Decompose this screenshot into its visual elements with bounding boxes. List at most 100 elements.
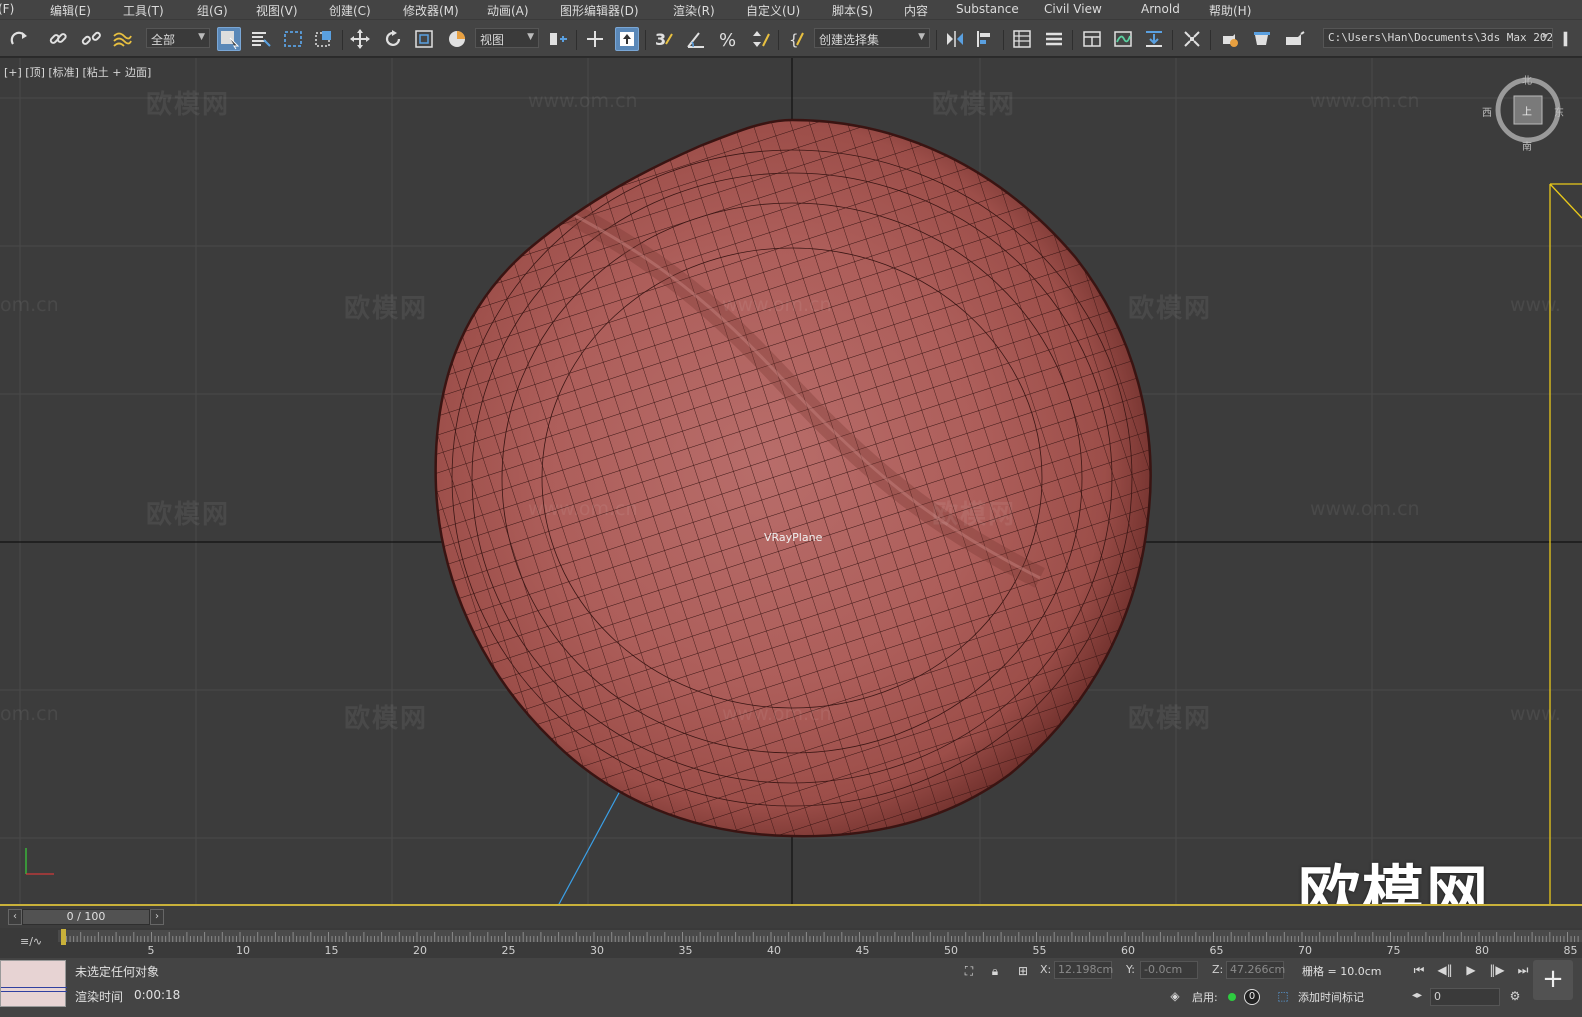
track-tick-label: 40: [767, 944, 781, 957]
pivot-center-icon[interactable]: [546, 27, 570, 51]
angle-snap-icon[interactable]: [684, 27, 708, 51]
menu-create[interactable]: 创建(C): [329, 2, 371, 19]
track-tick-label: 75: [1387, 944, 1401, 957]
menu-views[interactable]: 视图(V): [256, 2, 298, 19]
viewcube-south[interactable]: 南: [1522, 138, 1532, 153]
menu-modifiers[interactable]: 修改器(M): [403, 2, 459, 19]
scale-icon[interactable]: [412, 27, 436, 51]
select-manipulate-icon[interactable]: [583, 27, 607, 51]
y-coord-field[interactable]: -0.0cm: [1140, 961, 1198, 979]
viewcube-east[interactable]: 东: [1554, 104, 1564, 119]
menu-customize[interactable]: 自定义(U): [746, 2, 800, 19]
project-path-dropdown[interactable]: C:\Users\Han\Documents\3ds Max 2022 ▼: [1323, 28, 1553, 48]
time-slider-thumb[interactable]: 0 / 100: [22, 909, 150, 925]
redo-icon[interactable]: [8, 27, 32, 51]
named-selection-dropdown[interactable]: 创建选择集 ▼: [814, 28, 930, 48]
align-icon[interactable]: [973, 27, 997, 51]
time-tag-icon[interactable]: ⬚: [1272, 986, 1294, 1006]
curve-editor-mini-icon[interactable]: ≡∕∿: [14, 928, 54, 958]
track-tick-label: 45: [856, 944, 870, 957]
track-bar[interactable]: 5 10 15 20 25 30 35 40 45 50 55 60 65 70 75 80 85 ≡∕∿: [0, 928, 1582, 958]
snaps-toggle-icon[interactable]: 3: [651, 27, 675, 51]
top-viewport[interactable]: [+] [顶] [标准] [粘土 + 边面] 欧模网 www.om.cn 欧模网…: [0, 58, 1582, 906]
x-coord-field[interactable]: 12.198cm: [1054, 961, 1113, 979]
keyboard-shortcut-toggle-icon[interactable]: [615, 27, 639, 51]
menu-tools[interactable]: 工具(T): [123, 2, 164, 19]
toggle-ribbon-icon[interactable]: [1080, 27, 1104, 51]
menu-substance[interactable]: Substance: [956, 2, 1019, 16]
menu-graph-editors[interactable]: 图形编辑器(D): [560, 2, 639, 19]
edit-named-selection-icon[interactable]: {: [786, 27, 810, 51]
menu-content[interactable]: 内容: [904, 2, 928, 19]
previous-frame-icon[interactable]: ◀‖: [1434, 960, 1456, 980]
project-folder-icon[interactable]: [1560, 27, 1580, 51]
watermark-url: www.om.cn: [1310, 90, 1420, 112]
cushion-mesh[interactable]: [400, 98, 1200, 878]
main-toolbar: 全部 ▼ 视图 ▼ 3 % { 创建选择集 ▼ C:\Users\Han\Doc…: [0, 19, 1582, 57]
goto-start-icon[interactable]: ⏮: [1408, 960, 1430, 980]
track-tick-label: 15: [325, 944, 339, 957]
time-prev-button[interactable]: ‹: [8, 909, 22, 925]
layer-explorer-icon[interactable]: [1042, 27, 1066, 51]
render-production-icon[interactable]: [1282, 27, 1306, 51]
add-time-tag-label[interactable]: 添加时间标记: [1298, 989, 1364, 1005]
menu-help[interactable]: 帮助(H): [1209, 2, 1251, 19]
menu-scripting[interactable]: 脚本(S): [832, 2, 873, 19]
schematic-view-icon[interactable]: [1142, 27, 1166, 51]
time-next-button[interactable]: ›: [150, 909, 164, 925]
track-tick-label: 70: [1298, 944, 1312, 957]
camera-target-line: [558, 790, 621, 904]
select-object-icon[interactable]: [217, 27, 241, 51]
rotate-icon[interactable]: [381, 27, 405, 51]
rendered-frame-window-icon[interactable]: [1250, 27, 1274, 51]
key-mode-arrows-icon[interactable]: ◂▸: [1406, 986, 1428, 1006]
grid-size-label: 栅格 = 10.0cm: [1302, 965, 1382, 978]
watermark: 欧模网: [146, 90, 231, 120]
percent-snap-icon[interactable]: %: [716, 27, 740, 51]
menu-civil-view[interactable]: Civil View: [1044, 2, 1102, 16]
link-icon[interactable]: [46, 27, 70, 51]
menu-arnold[interactable]: Arnold: [1141, 2, 1180, 16]
material-editor-icon[interactable]: [1180, 27, 1204, 51]
viewcube-west[interactable]: 西: [1482, 104, 1492, 119]
add-button[interactable]: +: [1533, 960, 1573, 1000]
rect-selection-icon[interactable]: [281, 27, 305, 51]
track-bar-ruler: 5 10 15 20 25 30 35 40 45 50 55 60 65 70 75 80 85: [58, 929, 1582, 957]
placement-icon[interactable]: [445, 27, 469, 51]
spinner-snap-icon[interactable]: [748, 27, 772, 51]
reference-coord-dropdown[interactable]: 视图 ▼: [475, 28, 539, 48]
frame-spinner[interactable]: 0: [1430, 988, 1500, 1006]
viewport-label[interactable]: [+] [顶] [标准] [粘土 + 边面]: [4, 64, 151, 80]
render-setup-icon[interactable]: [1218, 27, 1242, 51]
viewcube-top-face[interactable]: 上: [1522, 103, 1532, 118]
maxscript-listener-mini[interactable]: [0, 960, 67, 1007]
bind-spacewarp-icon[interactable]: [110, 27, 134, 51]
play-icon[interactable]: ▶: [1460, 960, 1482, 980]
goto-end-icon[interactable]: ⏭: [1512, 960, 1534, 980]
menu-animation[interactable]: 动画(A): [487, 2, 529, 19]
window-crossing-icon[interactable]: [312, 27, 336, 51]
adaptive-degradation-icon[interactable]: ◈: [1164, 986, 1186, 1006]
viewcube-north[interactable]: 北: [1522, 72, 1532, 87]
viewcube[interactable]: 北 南 西 东 上: [1482, 76, 1564, 153]
selection-lock-icon[interactable]: 🔒︎: [984, 961, 1006, 981]
unlink-icon[interactable]: [79, 27, 103, 51]
move-icon[interactable]: [348, 27, 372, 51]
time-slider: ‹ 0 / 100 ›: [0, 906, 1582, 928]
selection-filter-dropdown[interactable]: 全部 ▼: [146, 28, 210, 48]
time-config-icon[interactable]: ⚙: [1504, 986, 1526, 1006]
svg-text:3: 3: [655, 30, 666, 49]
menu-rendering[interactable]: 渲染(R): [673, 2, 715, 19]
scene-explorer-icon[interactable]: [1010, 27, 1034, 51]
current-frame-marker[interactable]: [61, 929, 66, 945]
next-frame-icon[interactable]: ‖▶: [1486, 960, 1508, 980]
absolute-mode-icon[interactable]: ⊞: [1012, 961, 1034, 981]
select-by-name-icon[interactable]: [248, 27, 272, 51]
menu-group[interactable]: 组(G): [197, 2, 228, 19]
z-coord-field[interactable]: 47.266cm: [1226, 961, 1285, 979]
menu-edit[interactable]: 编辑(E): [50, 2, 91, 19]
curve-editor-icon[interactable]: [1111, 27, 1135, 51]
menu-file[interactable]: (F): [0, 2, 14, 16]
mirror-icon[interactable]: [943, 27, 967, 51]
isolate-selection-icon[interactable]: ⛶: [958, 961, 980, 981]
